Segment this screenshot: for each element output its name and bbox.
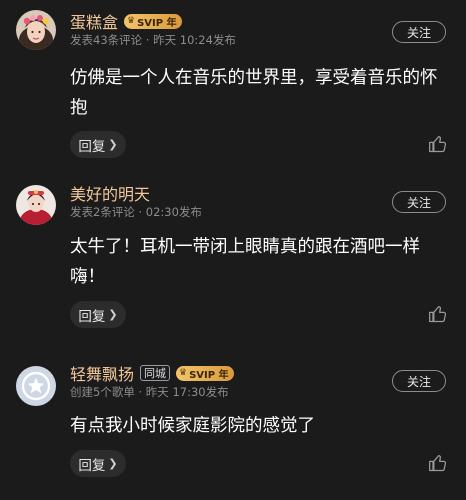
chevron-right-icon: ❯ xyxy=(108,457,118,470)
chevron-right-icon: ❯ xyxy=(108,308,118,321)
comment-text: 仿佛是一个人在音乐的世界里，享受着音乐的怀抱 xyxy=(70,68,438,118)
svip-badge-label: SVIP 年 xyxy=(189,369,229,381)
reply-label: 回复 xyxy=(78,308,106,325)
comment-text: 太牛了！耳机一带闭上眼睛真的跟在酒吧一样嗨！ xyxy=(70,237,420,287)
avatar-photo-icon xyxy=(16,10,56,50)
follow-button[interactable]: 关注 xyxy=(392,191,446,213)
follow-button[interactable]: 关注 xyxy=(392,370,446,392)
username-row: 蛋糕盒 ♛ SVIP 年 xyxy=(70,10,182,32)
comment-feed: 蛋糕盒 ♛ SVIP 年 发表43条评论 · 昨天 10:24发布 关注 仿佛是一… xyxy=(0,0,466,500)
avatar-photo-icon xyxy=(16,185,56,225)
city-badge: 同城 xyxy=(140,365,171,381)
chevron-right-icon: ❯ xyxy=(108,138,118,151)
thumbs-up-icon[interactable] xyxy=(428,453,448,473)
avatar[interactable] xyxy=(16,366,56,406)
svip-badge-label: SVIP 年 xyxy=(137,17,177,29)
avatar[interactable] xyxy=(16,185,56,225)
reply-label: 回复 xyxy=(78,457,106,474)
reply-button[interactable]: 回复 ❯ xyxy=(70,450,126,477)
reply-label: 回复 xyxy=(78,138,106,155)
comment-meta: 创建5个歌单 · 昨天 17:30发布 xyxy=(70,385,229,399)
thumbs-up-icon[interactable] xyxy=(428,134,448,154)
svip-badge[interactable]: ♛ SVIP 年 xyxy=(124,13,182,29)
username-row: 轻舞飘扬 同城 ♛ SVIP 年 xyxy=(70,362,234,384)
follow-button[interactable]: 关注 xyxy=(392,21,446,43)
thumbs-up-icon[interactable] xyxy=(428,304,448,324)
comment-meta: 发表2条评论 · 02:30发布 xyxy=(70,205,202,219)
username-row: 美好的明天 xyxy=(70,182,150,204)
crown-icon: ♛ xyxy=(127,16,136,26)
reply-button[interactable]: 回复 ❯ xyxy=(70,131,126,158)
username[interactable]: 美好的明天 xyxy=(70,181,150,205)
username[interactable]: 轻舞飘扬 xyxy=(70,361,134,385)
svip-badge[interactable]: ♛ SVIP 年 xyxy=(176,365,234,381)
comment-meta: 发表43条评论 · 昨天 10:24发布 xyxy=(70,33,236,47)
username[interactable]: 蛋糕盒 xyxy=(70,9,118,33)
crown-icon: ♛ xyxy=(179,368,188,378)
reply-button[interactable]: 回复 ❯ xyxy=(70,301,126,328)
avatar[interactable] xyxy=(16,10,56,50)
default-star-avatar-icon xyxy=(16,366,56,406)
comment-text: 有点我小时候家庭影院的感觉了 xyxy=(70,416,315,436)
